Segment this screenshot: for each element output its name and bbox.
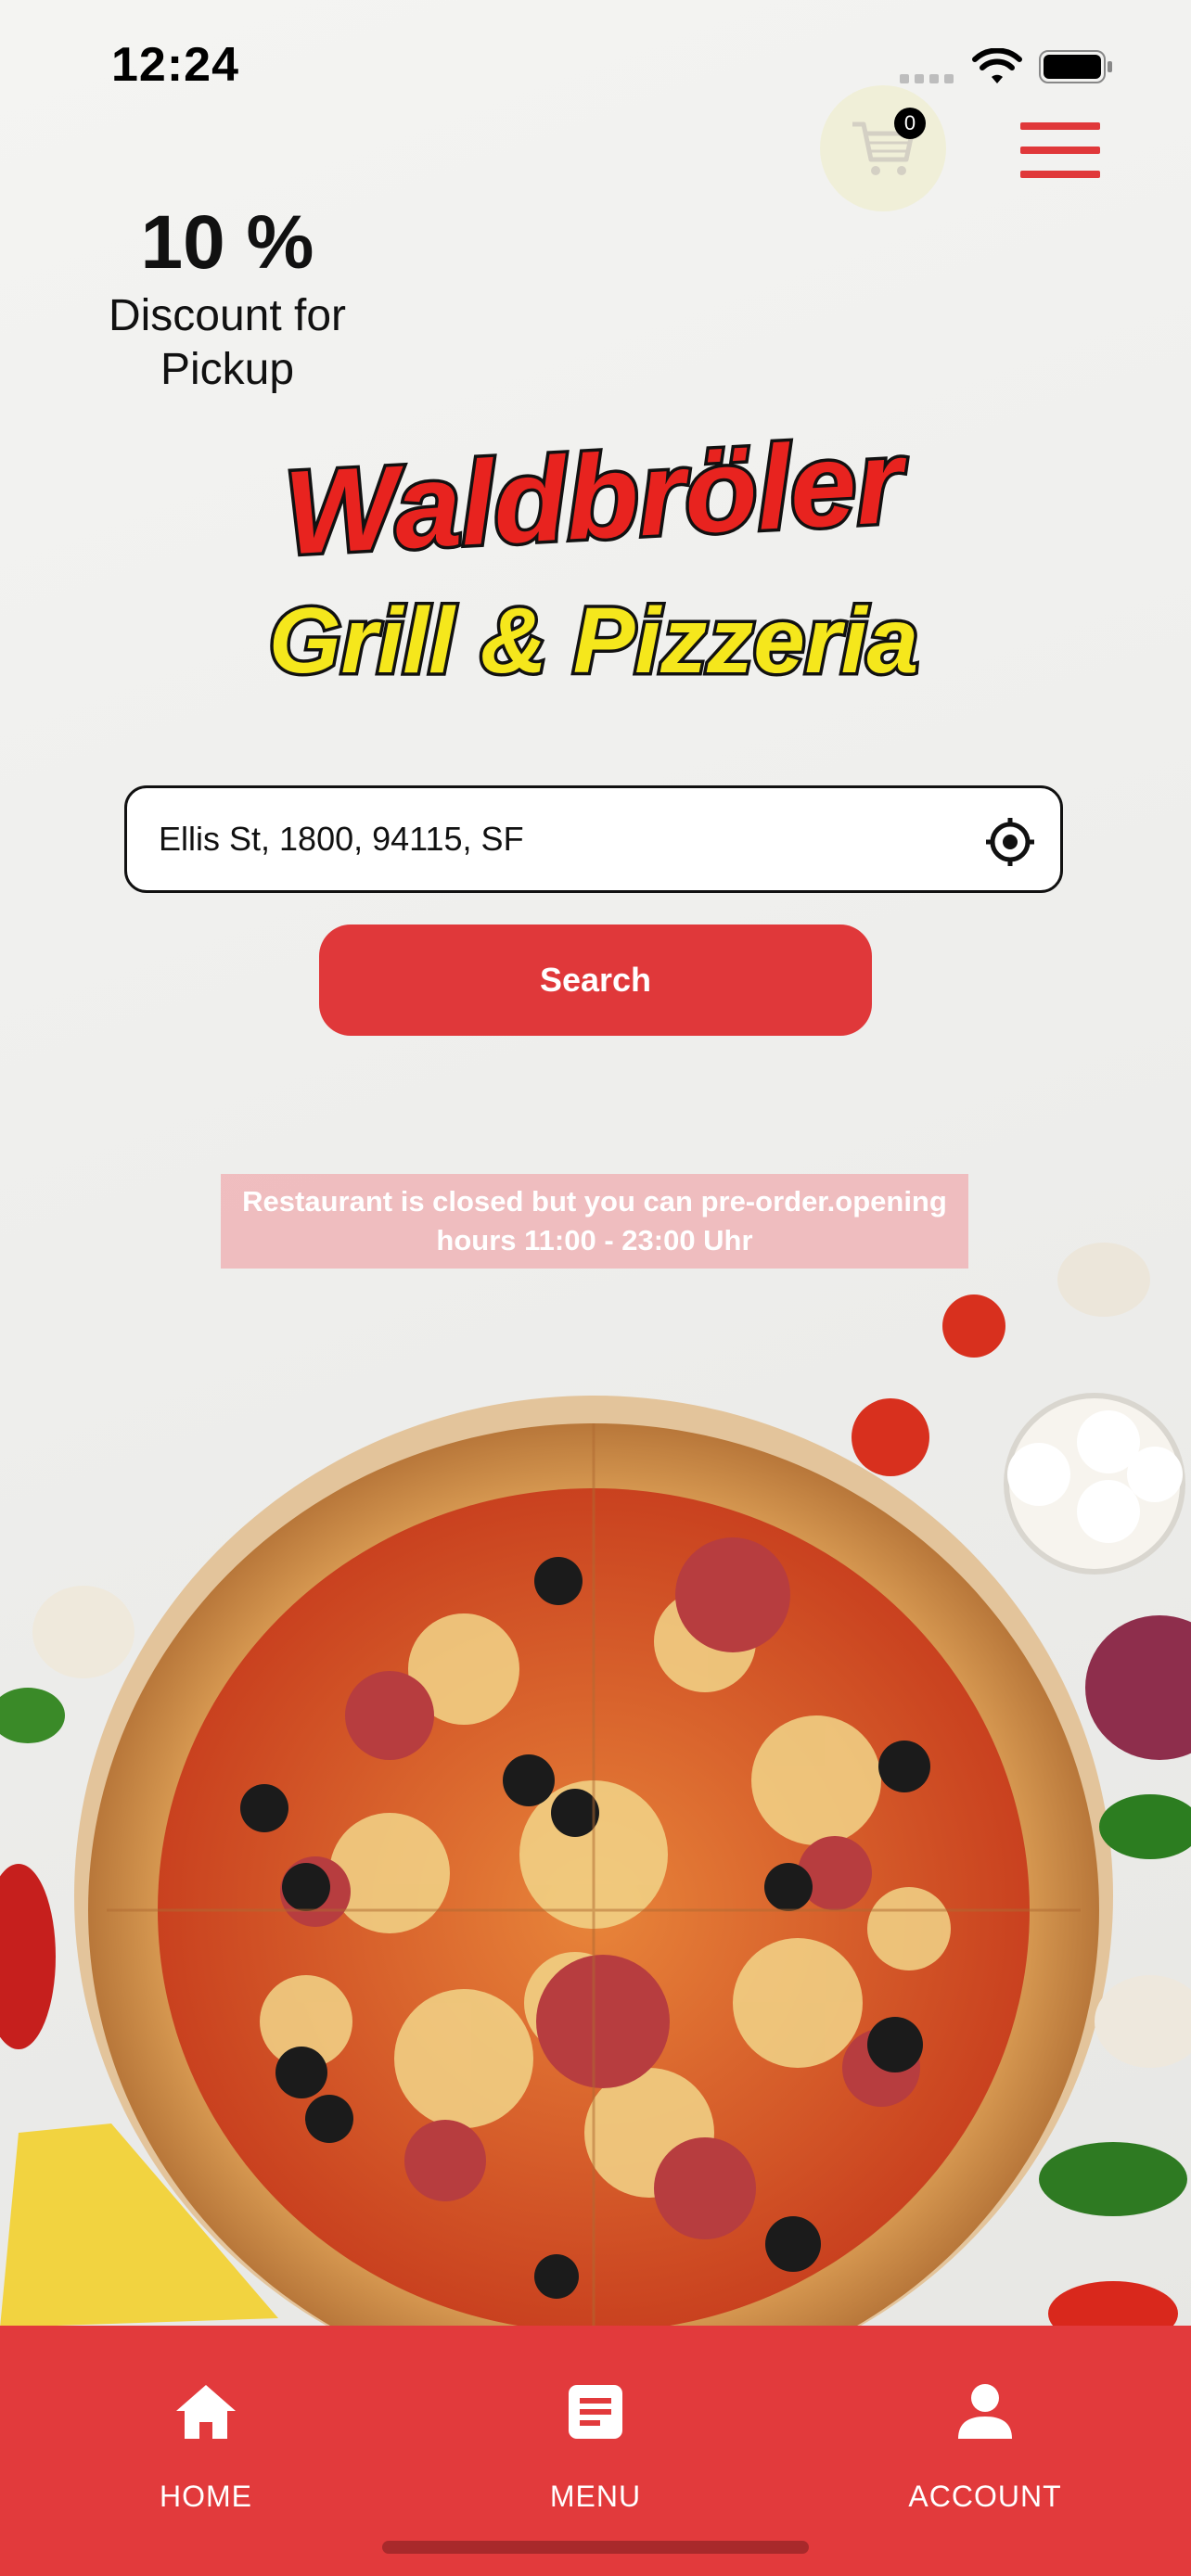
closed-notice-text: Restaurant is closed but you can pre-ord… — [242, 1185, 947, 1256]
address-field[interactable] — [124, 785, 1063, 893]
menu-icon — [569, 2385, 622, 2439]
cellular-signal-icon — [900, 74, 954, 83]
hamburger-icon — [1020, 122, 1100, 130]
nav-home[interactable]: HOME — [95, 2379, 317, 2514]
address-input[interactable] — [157, 819, 977, 860]
closed-notice: Restaurant is closed but you can pre-ord… — [221, 1174, 968, 1269]
restaurant-logo: Waldbröler Grill & Pizzeria — [265, 412, 921, 696]
nav-home-label: HOME — [160, 2480, 252, 2513]
home-indicator[interactable] — [382, 2541, 809, 2554]
home-icon — [176, 2385, 236, 2439]
discount-percent: 10 % — [140, 200, 314, 285]
nav-menu-label: MENU — [549, 2480, 642, 2513]
nav-account[interactable]: ACCOUNT — [874, 2379, 1096, 2514]
cart-button[interactable] — [820, 85, 946, 211]
discount-label: Discount for Pickup — [108, 291, 347, 394]
logo-line2: Grill & Pizzeria — [269, 589, 918, 693]
hamburger-menu-button[interactable] — [1020, 122, 1100, 178]
pizza-hero-image — [0, 1243, 1191, 2327]
battery-icon — [1039, 50, 1112, 83]
person-icon — [958, 2384, 1012, 2439]
cart-count-badge: 0 — [894, 108, 926, 139]
logo-line1: Waldbröler — [281, 414, 911, 580]
nav-account-label: ACCOUNT — [908, 2480, 1062, 2513]
nav-menu[interactable]: MENU — [484, 2379, 707, 2514]
status-time: 12:24 — [111, 38, 239, 92]
crosshair-icon[interactable] — [984, 816, 1036, 868]
search-button[interactable]: Search — [319, 925, 872, 1036]
wifi-icon — [972, 48, 1022, 83]
bottom-navigation: HOME MENU ACCOUNT — [0, 2326, 1191, 2576]
